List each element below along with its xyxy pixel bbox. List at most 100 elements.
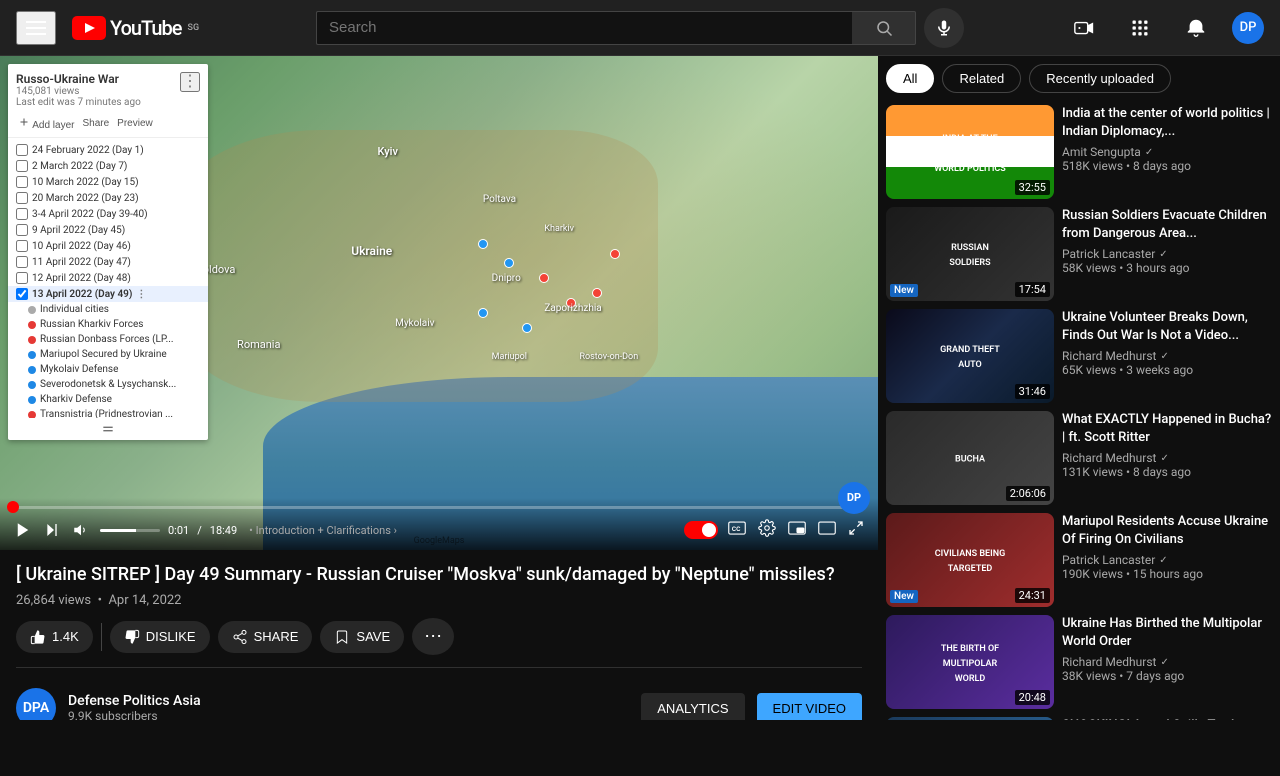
map-marker [610,249,620,259]
play-button[interactable] [12,519,34,541]
thumbs-down-icon [124,629,140,645]
map-title: Russo-Ukraine War [16,72,141,86]
layer-item[interactable]: 3-4 April 2022 (Day 39-40) [8,206,208,222]
rec-item[interactable]: RUSSIAN SOLDIERS 17:54 New Russian Soldi… [886,207,1272,301]
settings-button[interactable] [756,517,778,544]
layer-sub-item[interactable]: Russian Donbass Forces (LP... [8,332,208,347]
logo[interactable]: YouTube SG [72,16,199,40]
time-current: 0:01 [168,524,189,537]
volume-slider[interactable] [100,529,160,532]
search-button[interactable] [852,11,916,45]
theater-button[interactable] [816,519,838,542]
layer-sub-item[interactable]: Kharkiv Defense [8,392,208,407]
edit-video-button[interactable]: EDIT VIDEO [757,693,862,720]
layer-item[interactable]: 2 March 2022 (Day 7) [8,158,208,174]
play-icon [14,521,32,539]
video-player-wrap: Kyiv Ukraine Moldova Romania Poltava Dni… [0,56,878,550]
rec-item[interactable]: INDIA AT THE CENTER OF WORLD POLITICS 32… [886,105,1272,199]
filter-tab-related[interactable]: Related [942,64,1021,93]
autoplay-toggle[interactable] [684,521,718,539]
share-map-button[interactable]: Share [80,116,111,131]
layer-sub-item[interactable]: Russian Kharkiv Forces [8,317,208,332]
rec-channel: Amit Sengupta ✓ [1062,145,1272,159]
layer-sub-item[interactable]: Transnistria (Pridnestrovian ... [8,407,208,418]
rec-meta: 190K views • 15 hours ago [1062,567,1272,581]
fullscreen-button[interactable] [846,518,866,543]
layer-item-active[interactable]: 13 April 2022 (Day 49) ⋮ [8,286,208,302]
save-label: SAVE [356,629,390,644]
verified-icon: ✓ [1160,351,1168,362]
thumb-text-overlay: CIVILIANS BEING TARGETED [928,541,1012,579]
city-label-dnipro: Dnipro [492,273,521,284]
dislike-button[interactable]: DISLIKE [110,621,210,653]
channel-row: DPA Defense Politics Asia 9.9K subscribe… [0,676,878,720]
layer-sub-item[interactable]: Mykolaiv Defense [8,362,208,377]
rec-channel: Richard Medhurst ✓ [1062,655,1272,669]
city-label-mariupol: Mariupol [492,352,527,362]
map-more-button[interactable]: ⋮ [180,72,200,92]
share-label: SHARE [254,629,299,644]
rec-channel: Patrick Lancaster ✓ [1062,553,1272,567]
miniplayer-button[interactable] [786,519,808,542]
main-layout: Kyiv Ukraine Moldova Romania Poltava Dni… [0,56,1280,720]
filter-tab-all[interactable]: All [886,64,934,93]
next-button[interactable] [42,520,62,540]
menu-button[interactable] [16,11,56,45]
layer-sub-item[interactable]: Individual cities [8,302,208,317]
rec-item[interactable]: GRAND THEFT AUTO 31:46 Ukraine Volunteer… [886,309,1272,403]
channel-subs: 9.9K subscribers [68,709,629,720]
layer-item[interactable]: 10 April 2022 (Day 46) [8,238,208,254]
map-expand-button[interactable] [8,418,208,440]
svg-text:CC: CC [732,527,741,533]
rec-title: Mariupol Residents Accuse Ukraine Of Fir… [1062,513,1272,549]
apps-button[interactable] [1120,8,1160,48]
rec-duration: 31:46 [1015,384,1050,399]
rec-duration: 24:31 [1015,588,1050,603]
volume-button[interactable] [70,519,92,541]
create-button[interactable] [1064,8,1104,48]
rec-item[interactable]: CIVILIANS BEING TARGETED 24:31 New Mariu… [886,513,1272,607]
search-input[interactable] [316,11,852,45]
header-left: YouTube SG [16,11,216,45]
map-views: 145,081 views [16,86,141,97]
video-player[interactable]: Kyiv Ukraine Moldova Romania Poltava Dni… [0,56,878,550]
captions-button[interactable]: CC [726,519,748,542]
video-date: Apr 14, 2022 [108,593,181,608]
channel-name[interactable]: Defense Politics Asia [68,693,629,709]
search-icon [875,19,893,37]
rec-item[interactable]: THE BIRTH OF MULTIPOLAR WORLD 20:48 Ukra… [886,615,1272,709]
action-separator [101,623,102,651]
rec-new-badge: New [890,284,918,297]
share-button[interactable]: SHARE [218,621,313,653]
rec-title: Ukraine Volunteer Breaks Down, Finds Out… [1062,309,1272,345]
avatar[interactable]: DP [1232,12,1264,44]
like-button[interactable]: 1.4K [16,621,93,653]
analytics-button[interactable]: ANALYTICS [641,693,744,720]
cc-icon: CC [728,521,746,535]
save-button[interactable]: SAVE [320,621,404,653]
rec-new-badge: New [890,590,918,603]
layer-sub-item[interactable]: Mariupol Secured by Ukraine [8,347,208,362]
notifications-button[interactable] [1176,8,1216,48]
map-marker [478,239,488,249]
layer-item[interactable]: 9 April 2022 (Day 45) [8,222,208,238]
layer-sub-item[interactable]: Severodonetsk & Lysychansk... [8,377,208,392]
preview-map-button[interactable]: Preview [115,116,155,131]
channel-avatar[interactable]: DPA [16,688,56,720]
filter-tab-recently-uploaded[interactable]: Recently uploaded [1029,64,1171,93]
layer-item[interactable]: 24 February 2022 (Day 1) [8,142,208,158]
youtube-icon [72,16,106,40]
progress-bar[interactable] [12,506,866,509]
more-actions-button[interactable]: ⋯ [412,618,454,655]
mic-icon [935,19,953,37]
layer-item[interactable]: 10 March 2022 (Day 15) [8,174,208,190]
layer-item[interactable]: 12 April 2022 (Day 48) [8,270,208,286]
rec-thumbnail: RUSSIAN SOLDIERS 17:54 New [886,207,1054,301]
add-layer-button[interactable]: Add layer [16,114,76,133]
rec-item[interactable]: BUCHA 2:06:06 What EXACTLY Happened in B… [886,411,1272,505]
layer-item[interactable]: 11 April 2022 (Day 47) [8,254,208,270]
rec-channel: Patrick Lancaster ✓ [1062,247,1272,261]
thumb-text-overlay: INDIA AT THE CENTER OF WORLD POLITICS [928,126,1012,178]
voice-search-button[interactable] [924,8,964,48]
layer-item[interactable]: 20 March 2022 (Day 23) [8,190,208,206]
